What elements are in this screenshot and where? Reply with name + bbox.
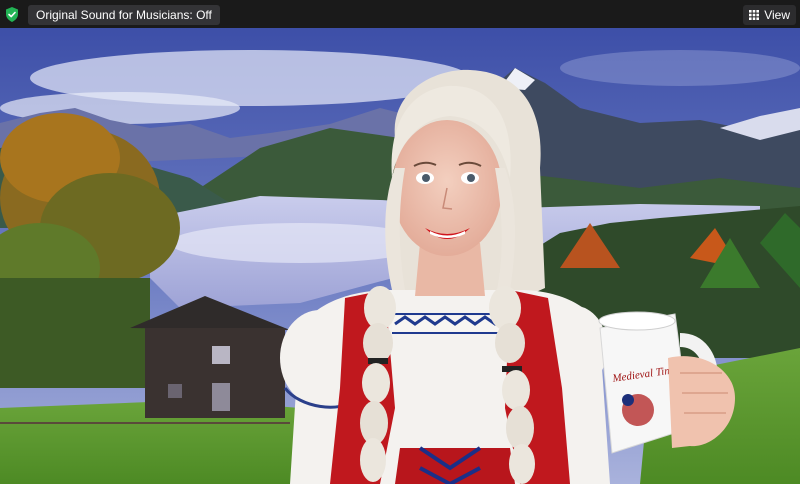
view-label: View — [764, 8, 790, 22]
shield-check-icon[interactable] — [5, 7, 19, 22]
meeting-top-bar: Original Sound for Musicians: Off View — [0, 0, 800, 28]
participant-video[interactable]: Medieval Times — [0, 28, 800, 484]
view-button[interactable]: View — [743, 5, 796, 25]
original-sound-status[interactable]: Original Sound for Musicians: Off — [28, 5, 220, 25]
grid-icon — [749, 10, 760, 20]
